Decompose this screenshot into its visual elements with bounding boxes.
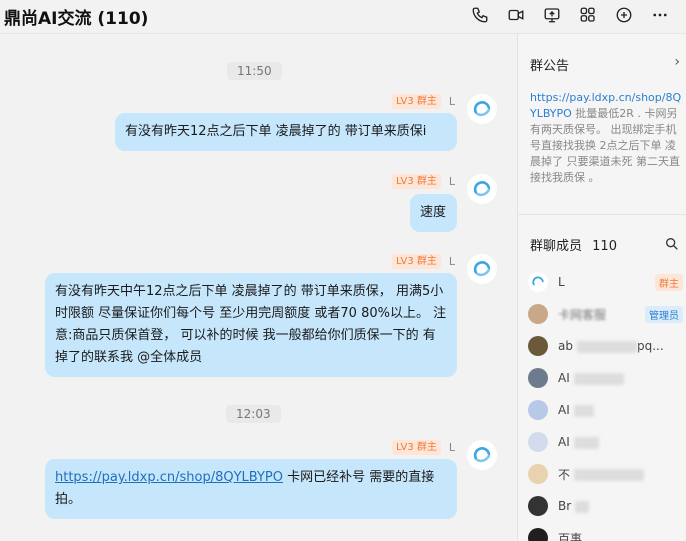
message-bubble[interactable]: 速度: [410, 194, 457, 232]
chat-header: 鼎尚AI交流 (110): [0, 0, 686, 34]
member-name: 百事: [558, 531, 583, 541]
blurred-name: [573, 372, 624, 385]
members-label: 群聊成员: [530, 239, 583, 254]
level-badge: LV3 群主: [392, 93, 441, 109]
member-name-text: AI: [558, 403, 570, 417]
member-name: AI: [558, 403, 594, 417]
avatar[interactable]: [467, 174, 497, 204]
chevron-right-icon[interactable]: ›: [674, 54, 680, 70]
add-icon[interactable]: [606, 2, 642, 28]
owner-badge: 群主: [655, 273, 683, 291]
swirl-logo-icon: [473, 447, 491, 463]
blurred-name: [573, 404, 594, 417]
swirl-logo-icon: [473, 101, 491, 117]
member-item[interactable]: ab pq...: [528, 333, 683, 359]
search-icon[interactable]: [664, 236, 680, 252]
timestamp: 11:50: [227, 62, 282, 80]
member-name-text: Br: [558, 499, 572, 513]
member-item[interactable]: AI: [528, 397, 683, 423]
avatar: [528, 464, 548, 484]
level-badge: LV3 群主: [392, 253, 441, 269]
message-bubble[interactable]: 有没有昨天中午12点之后下单 凌晨掉了的 带订单来质保， 用满5小时限额 尽量保…: [45, 273, 457, 377]
message-bubble[interactable]: 有没有昨天12点之后下单 凌晨掉了的 带订单来质保i: [115, 113, 457, 151]
video-icon[interactable]: [498, 2, 534, 28]
swirl-logo-icon: [473, 181, 491, 197]
message-meta: LV3 群主 L: [392, 253, 455, 269]
avatar[interactable]: [467, 94, 497, 124]
avatar: [528, 272, 548, 292]
members-title: 群聊成员 110: [530, 235, 617, 254]
member-item[interactable]: L 群主: [528, 269, 683, 295]
member-name-text: AI: [558, 371, 570, 385]
avatar: [528, 368, 548, 388]
message-meta: LV3 群主 L: [392, 439, 455, 455]
member-name: AI: [558, 371, 624, 385]
blurred-name: [574, 469, 645, 481]
sender-name: L: [448, 174, 455, 188]
swirl-logo-icon: [473, 261, 491, 277]
screen-share-icon[interactable]: [534, 2, 570, 28]
avatar: [528, 336, 548, 356]
avatar: [528, 304, 548, 324]
member-item[interactable]: 卡网客服 管理员: [528, 301, 683, 327]
phone-icon[interactable]: [462, 2, 498, 28]
avatar: [528, 528, 548, 541]
more-icon[interactable]: [642, 2, 678, 28]
header-toolbar: [462, 2, 678, 28]
group-title: 鼎尚AI交流 (110): [4, 9, 149, 29]
member-name-text: ab: [558, 339, 573, 353]
notice-title: 群公告: [530, 59, 570, 74]
message-bubble[interactable]: https://pay.ldxp.cn/shop/8QYLBYPO 卡网已经补号…: [45, 459, 457, 519]
member-name-text: 不: [558, 467, 571, 482]
timestamp: 12:03: [226, 405, 281, 423]
shop-link[interactable]: https://pay.ldxp.cn/shop/8QYLBYPO: [55, 470, 283, 485]
blurred-name: [575, 500, 590, 513]
member-name: ab pq...: [558, 339, 664, 353]
member-name-text: AI: [558, 435, 570, 449]
group-info-panel: 群公告 › https://pay.ldxp.cn/shop/8QYLBYPO …: [517, 34, 686, 541]
avatar: [528, 432, 548, 452]
divider: [518, 214, 686, 215]
sender-name: L: [448, 254, 455, 268]
avatar: [528, 400, 548, 420]
avatar: [528, 496, 548, 516]
sender-name: L: [448, 440, 455, 454]
message-meta: LV3 群主 L: [392, 173, 455, 189]
member-item[interactable]: AI: [528, 365, 683, 391]
member-name-suffix: pq...: [636, 339, 664, 353]
avatar[interactable]: [467, 440, 497, 470]
admin-badge: 管理员: [645, 305, 683, 323]
member-item[interactable]: 百事: [528, 525, 683, 541]
message-list[interactable]: 11:50 LV3 群主 L 有没有昨天12点之后下单 凌晨掉了的 带订单来质保…: [0, 34, 517, 541]
avatar[interactable]: [467, 254, 497, 284]
member-name: L: [558, 275, 565, 289]
level-badge: LV3 群主: [392, 173, 441, 189]
member-item[interactable]: 不: [528, 461, 683, 487]
group-notice[interactable]: https://pay.ldxp.cn/shop/8QYLBYPO 批量最低2R…: [530, 90, 682, 186]
blurred-name: [573, 436, 599, 449]
apps-icon[interactable]: [570, 2, 606, 28]
level-badge: LV3 群主: [392, 439, 441, 455]
member-item[interactable]: AI: [528, 429, 683, 455]
member-name: AI: [558, 435, 599, 449]
sender-name: L: [448, 94, 455, 108]
member-name: Br: [558, 499, 590, 513]
member-item[interactable]: Br: [528, 493, 683, 519]
blurred-name: [576, 340, 637, 353]
members-count: 110: [592, 239, 617, 254]
member-name: 卡网客服: [558, 307, 607, 322]
member-name: 不: [558, 466, 645, 483]
message-meta: LV3 群主 L: [392, 93, 455, 109]
